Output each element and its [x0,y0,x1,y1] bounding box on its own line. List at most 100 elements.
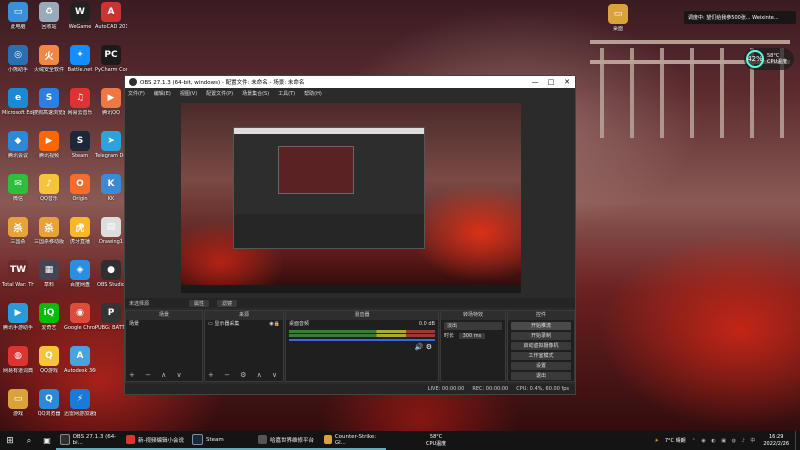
taskbar-app-steam[interactable]: Steam [188,431,254,450]
minimize-button[interactable]: — [527,78,543,86]
desktop-icon[interactable]: W WeGame [64,2,96,30]
menu-view[interactable]: 视图(V) [180,90,197,97]
desktop-icon-label: PUBG: BATTLEGR... [95,325,127,331]
desktop-icon[interactable]: ♫ 网易云音乐 [64,88,96,116]
desktop-icon[interactable]: e Microsoft Edge [2,88,34,116]
show-desktop-button[interactable] [795,431,800,450]
desktop-icon[interactable]: 虎虎牙直播 [64,217,96,245]
menu-file[interactable]: 文件(F) [128,90,145,97]
duration-input[interactable]: 300 ms [458,333,486,339]
taskbar-app-video[interactable]: 新-视频编辑小会说 [122,431,188,450]
desktop-icon[interactable]: ◎ 小熊助手 [2,45,34,73]
start-streaming-button[interactable]: 开始推流 [511,322,571,330]
desktop-icon[interactable]: PC PyCharm Community [95,45,127,73]
volume-slider[interactable] [289,339,435,341]
clock[interactable]: 16:29 2022/2/26 [763,434,789,448]
video-app-icon [126,435,135,444]
desktop-icon[interactable]: ♪ QQ音乐 [33,174,65,202]
desktop-icon[interactable]: O Origin [64,174,96,202]
desktop-icon[interactable]: iQ 爱奇艺 [33,303,65,331]
cpu-temp-tray[interactable]: 58°C CPU温度 [426,434,446,448]
platform-icon [258,435,267,444]
filters-button[interactable]: 滤镜 [217,299,238,307]
desktop-icon[interactable]: A AutoCAD 2014 - 简体 [95,2,127,30]
visibility-icon[interactable]: ◉🔒 [269,320,280,329]
search-icon[interactable]: ⌕ [20,431,38,450]
tray-icons[interactable]: ⌃ ◉ ◐ ▣ ◍ ♪ 中 [692,437,758,444]
scene-item[interactable]: 场景 [126,320,202,329]
transition-select[interactable]: 淡出 [444,322,502,330]
desktop-icon-label: QQ游戏 [40,368,58,374]
desktop-icon[interactable]: ▶ 腾讯手游助手 [2,303,34,331]
start-recording-button[interactable]: 开始录制 [511,332,571,340]
obs-window[interactable]: OBS 27.1.3 (64-bit, windows) - 配置文件: 未命名… [124,75,576,395]
taskbar-app-platform[interactable]: 哈嘉世界维修平台 [254,431,320,450]
desktop-icon[interactable]: ◉ Google Chrome [64,303,96,331]
desktop-icon[interactable]: S Steam [64,131,96,159]
obs-logo-icon [129,78,137,86]
desktop-icon-right[interactable]: ▭ 桌面 [602,4,634,32]
desktop-icon[interactable]: ⚡ 迅雷网游加速器 [64,389,96,417]
app-icon: ▭ [8,2,28,22]
speaker-icon[interactable]: 🔊 ⚙ [415,343,432,351]
scenes-toolbar[interactable]: + − ∧ ∨ [129,371,186,379]
start-virtual-camera-button[interactable]: 启动虚拟摄像机 [511,342,571,350]
properties-button[interactable]: 属性 [189,299,210,307]
obs-title-bar[interactable]: OBS 27.1.3 (64-bit, windows) - 配置文件: 未命名… [125,76,575,88]
task-view-icon[interactable]: ▣ [38,431,56,450]
desktop-icon[interactable]: ▦ 草料 [33,260,65,288]
desktop-icon[interactable]: 杀三国杀移动版 [33,217,65,245]
studio-mode-button[interactable]: 工作室模式 [511,352,571,360]
desktop-icon[interactable]: ◆ 腾讯会议 [2,131,34,159]
preview-canvas[interactable] [181,103,521,293]
desktop-icon[interactable]: ♻ 回收站 [33,2,65,30]
desktop-icon[interactable]: ✉ 微信 [2,174,34,202]
desktop-icon[interactable]: TW Total War: THREE KI... [2,260,34,288]
desktop-icon[interactable]: P PUBG: BATTLEGR... [95,303,127,331]
sources-toolbar[interactable]: + − ⚙ ∧ ∨ [208,371,281,379]
desktop-icon[interactable]: ▶ 腾讯视频 [33,131,65,159]
weather-text[interactable]: 7°C 晴朗 [665,437,686,444]
settings-button[interactable]: 设置 [511,362,571,370]
obs-icon [60,434,70,445]
desktop-icon[interactable]: Q QQ浏览器 [33,389,65,417]
desktop-icon[interactable]: ▭ 游戏 [2,389,34,417]
maximize-button[interactable]: □ [543,78,559,86]
start-button[interactable]: ⊞ [0,431,20,450]
source-item[interactable]: ▭ 显示器采集 ◉🔒 [205,320,283,329]
taskbar-app-csgo[interactable]: Counter-Strike: Gl... [320,431,386,450]
audio-meter [289,330,435,333]
menu-edit[interactable]: 编辑(E) [154,90,171,97]
desktop-icon-label: 虎牙直播 [69,239,90,245]
desktop-icon[interactable]: Q QQ游戏 [33,346,65,374]
desktop-icon[interactable]: ▤ Drawing1 [95,217,127,245]
desktop-icon[interactable]: S 搜狗高速浏览器 [33,88,65,116]
menu-tools[interactable]: 工具(T) [278,90,295,97]
close-button[interactable]: ✕ [559,78,575,86]
app-icon: ◆ [8,131,28,151]
app-icon: ♪ [39,174,59,194]
desktop-icon[interactable]: ▶ 腾讯QQ [95,88,127,116]
taskbar-app-obs[interactable]: OBS 27.1.3 (64-bi... [56,431,122,450]
desktop-icon[interactable]: ▭ 此电脑 [2,2,34,30]
desktop-icon[interactable]: ● OBS Studio [95,260,127,288]
menu-scene-collection[interactable]: 场景集合(S) [242,90,269,97]
menu-profile[interactable]: 配置文件(P) [206,90,233,97]
desktop-icon-label: 腾讯QQ [102,110,120,116]
scenes-dock: 场景 场景 + − ∧ ∨ [125,310,203,382]
exit-button[interactable]: 退出 [511,372,571,380]
desktop-icon[interactable]: ◈ 百度网盘 [64,260,96,288]
weather-icon: ☀ [654,437,659,444]
desktop-icon[interactable]: ✦ Battle.net [64,45,96,73]
desktop-icon[interactable]: ◍ 网易有道词典 [2,346,34,374]
desktop-icon[interactable]: 杀三国杀 [2,217,34,245]
desktop-icon[interactable]: A Autodesk 360 [64,346,96,374]
notification-toast[interactable]: 调度中: 望们给我参500张... Weixinte... [684,11,796,24]
cpu-temperature-widget[interactable]: 42% 58°C CPU温度 [744,48,794,70]
desktop-icon-label: QQ音乐 [40,196,58,202]
menu-help[interactable]: 帮助(H) [304,90,322,97]
app-icon: 虎 [70,217,90,237]
desktop-icon[interactable]: ➤ Telegram Desktop [95,131,127,159]
desktop-icon[interactable]: K KK [95,174,127,202]
desktop-icon[interactable]: 火火绒安全软件 [33,45,65,73]
